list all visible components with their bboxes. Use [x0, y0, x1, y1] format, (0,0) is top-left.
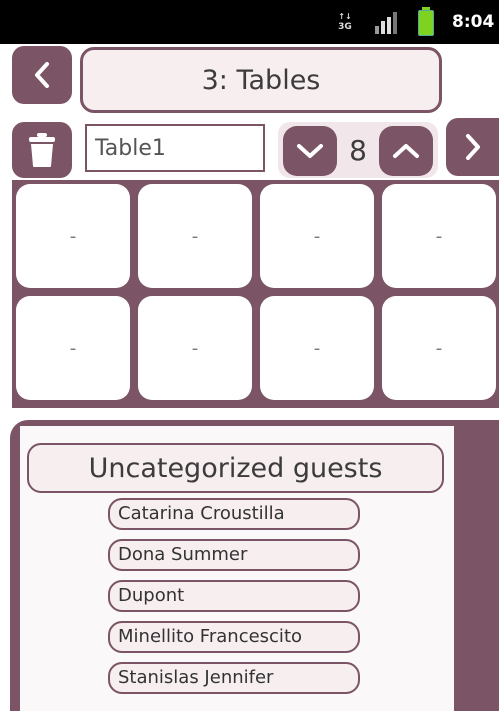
seat-slot[interactable]: - [138, 184, 252, 288]
seat-grid: - - - - - - - - [12, 180, 499, 408]
guest-item[interactable]: Catarina Croustilla [108, 498, 360, 530]
guest-category-title[interactable]: Uncategorized guests [27, 443, 444, 493]
seat-count: 8 [349, 134, 367, 167]
next-table-button[interactable] [446, 118, 499, 176]
seat-slot[interactable]: - [382, 184, 496, 288]
guest-item[interactable]: Dona Summer [108, 539, 360, 571]
trash-icon [29, 133, 55, 167]
chevron-down-icon [297, 144, 323, 158]
seat-label: - [191, 337, 199, 359]
signal-icon [375, 12, 401, 34]
seat-slot[interactable]: - [260, 184, 374, 288]
increase-seats-button[interactable] [379, 126, 433, 176]
network-3g-icon: ↑↓ 3G [338, 12, 352, 32]
table-name-input[interactable] [85, 124, 265, 172]
seat-slot[interactable]: - [16, 296, 130, 400]
seat-slot[interactable]: - [260, 296, 374, 400]
network-label: 3G [338, 22, 352, 32]
guest-item[interactable]: Stanislas Jennifer [108, 662, 360, 694]
back-button[interactable] [12, 46, 72, 104]
seat-label: - [435, 225, 443, 247]
clock: 8:04 [452, 12, 495, 32]
seat-label: - [435, 337, 443, 359]
seat-slot[interactable]: - [138, 296, 252, 400]
seat-label: - [69, 225, 77, 247]
battery-icon [418, 7, 434, 36]
seat-label: - [69, 337, 77, 359]
status-bar: ↑↓ 3G 8:04 [0, 0, 499, 44]
guest-category-label: Uncategorized guests [88, 452, 383, 484]
seat-slot[interactable]: - [382, 296, 496, 400]
chevron-left-icon [35, 62, 49, 88]
seat-label: - [313, 337, 321, 359]
decrease-seats-button[interactable] [283, 126, 337, 176]
page-title: 3: Tables [80, 47, 442, 113]
seat-slot[interactable]: - [16, 184, 130, 288]
seat-label: - [191, 225, 199, 247]
chevron-right-icon [465, 134, 480, 160]
guest-item[interactable]: Dupont [108, 580, 360, 612]
page-title-text: 3: Tables [201, 64, 321, 96]
chevron-up-icon [393, 144, 419, 158]
delete-table-button[interactable] [12, 122, 72, 178]
seat-label: - [313, 225, 321, 247]
guest-item[interactable]: Minellito Francescito [108, 621, 360, 653]
